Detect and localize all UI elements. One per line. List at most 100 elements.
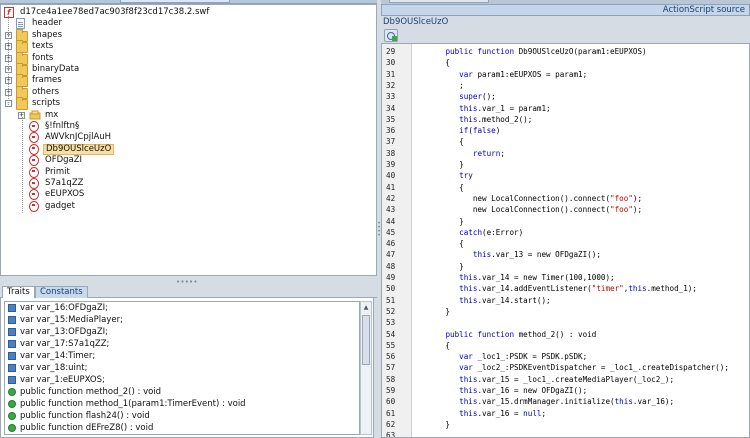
tree-item-texts[interactable]: + texts	[1, 40, 371, 54]
code-line[interactable]: 47 this.var_13 = new OFDgaZI();	[382, 249, 749, 260]
code-line[interactable]: 32 ;	[382, 80, 749, 91]
tree-class-item[interactable]: eEUPXOS	[1, 189, 371, 201]
line-number: 59	[386, 386, 396, 395]
tree-class-item[interactable]: gadget	[1, 200, 371, 212]
trait-var-item[interactable]: var var_13:OFDgaZI;	[5, 326, 359, 338]
code-line[interactable]: 58 this.var_15 = _loc1_.createMediaPlaye…	[382, 374, 749, 385]
code-line[interactable]: 34 this.var_1 = param1;	[382, 103, 749, 114]
tree-guide-line	[22, 116, 23, 214]
tree-item-label: Db9OUSlceUzO	[43, 143, 115, 155]
code-line[interactable]: 33 super();	[382, 91, 749, 102]
tree-package-mx[interactable]: + mx	[1, 110, 371, 121]
code-line[interactable]: 46 {	[382, 238, 749, 249]
code-line[interactable]: 29 public function Db9OUSlceUzO(param1:e…	[382, 46, 749, 57]
code-line[interactable]: 45 catch(e:Error)	[382, 227, 749, 238]
code-text: this.var_15 = _loc1_.createMediaPlayer(_…	[459, 374, 675, 384]
tab-stub[interactable]	[120, 0, 230, 3]
trait-var-item[interactable]: var var_1:eEUPXOS;	[5, 374, 359, 386]
tree-item-label: d17ce4a1ee78ed7ac903f8f23cd17c38.2.swf	[20, 7, 210, 17]
code-line[interactable]: 44 }	[382, 216, 749, 227]
tab-constants[interactable]: Constants	[35, 286, 88, 298]
code-line[interactable]: 30 {	[382, 57, 749, 68]
method-icon	[8, 424, 16, 432]
code-line[interactable]: 53	[382, 317, 749, 328]
code-text: new LocalConnection().connect("foo");	[418, 193, 643, 203]
right-pane: ActionScript source Db9OUSlceUzO 29 publ…	[381, 0, 750, 438]
code-line[interactable]: 35 this.method_2();	[382, 114, 749, 125]
class-icon	[29, 132, 39, 144]
code-line[interactable]: 42 new LocalConnection().connect("foo");	[382, 193, 749, 204]
line-number: 43	[386, 205, 396, 215]
tree-item-scripts[interactable]: - scripts	[1, 97, 371, 111]
code-text: new LocalConnection().connect("foo");	[418, 205, 643, 215]
traits-panel: var var_16:OFDgaZI; var var_15:MediaPlaye…	[0, 298, 374, 438]
tree-item-label: fonts	[32, 52, 54, 63]
scroll-up-icon[interactable]: ▲	[362, 303, 370, 312]
code-text: public function Db9OUSlceUzO(param1:eEUP…	[445, 47, 647, 56]
code-line[interactable]: 59 this.var_16 = new OFDgaZI();	[382, 385, 749, 396]
line-number: 60	[386, 397, 396, 407]
tree-class-item[interactable]: OFDgaZI	[1, 155, 371, 167]
tree-item-header[interactable]: header	[1, 18, 371, 30]
tree-class-item[interactable]: Db9OUSlceUzO	[1, 143, 371, 155]
traits-scrollbar[interactable]: ▲	[360, 301, 372, 435]
code-line[interactable]: 57 var _loc2_:PSDKEventDispatcher = _loc…	[382, 362, 749, 373]
scrollbar-thumb[interactable]	[362, 315, 370, 365]
trait-var-item[interactable]: var var_15:MediaPlayer;	[5, 314, 359, 326]
code-text: }	[418, 160, 464, 169]
tree-item-shapes[interactable]: + shapes	[1, 28, 371, 42]
tree-item-frames[interactable]: + frames	[1, 74, 371, 88]
tab-stub[interactable]	[389, 0, 489, 3]
line-number: 33	[386, 92, 396, 102]
code-text: return;	[472, 148, 505, 158]
code-line[interactable]: 50 this.var_14.addEventListener("timer",…	[382, 283, 749, 294]
tree-class-item[interactable]: Primit	[1, 166, 371, 178]
code-line[interactable]: 37 {	[382, 136, 749, 147]
code-line[interactable]: 63	[382, 430, 749, 438]
trait-var-item[interactable]: var var_16:OFDgaZI;	[5, 302, 359, 314]
code-line[interactable]: 56 var _loc1_:PSDK = PSDK.pSDK;	[382, 351, 749, 362]
code-line[interactable]: 41 {	[382, 182, 749, 193]
code-line[interactable]: 61 this.var_16 = null;	[382, 408, 749, 419]
code-line[interactable]: 36 if(false)	[382, 125, 749, 136]
code-line[interactable]: 43 new LocalConnection().connect("foo");	[382, 204, 749, 215]
code-line[interactable]: 60 this.var_15.drmManager.initialize(thi…	[382, 396, 749, 407]
code-line[interactable]: 49 this.var_14 = new Timer(100,1000);	[382, 272, 749, 283]
trait-var-item[interactable]: var var_14:Timer;	[5, 350, 359, 362]
line-number: 29	[386, 47, 396, 56]
trait-var-item[interactable]: var var_18:uint;	[5, 362, 359, 374]
horizontal-splitter[interactable]: • • • • •	[0, 276, 377, 286]
code-text: this.method_2();	[459, 114, 533, 124]
code-line[interactable]: 31 var param1:eEUPXOS = param1;	[382, 69, 749, 80]
code-line[interactable]: 52 }	[382, 306, 749, 317]
code-line[interactable]: 55 {	[382, 340, 749, 351]
code-line[interactable]: 62 }	[382, 419, 749, 430]
code-text: var _loc1_:PSDK = PSDK.pSDK;	[459, 352, 588, 362]
line-number: 63	[386, 431, 396, 438]
tree-class-item[interactable]: §!fnlftn§	[1, 121, 371, 132]
code-text: ;	[418, 80, 464, 90]
trait-function-item[interactable]: public function dEFreZ8() : void	[5, 422, 359, 434]
tree-item-binarydata[interactable]: + binaryData	[1, 63, 371, 76]
code-line[interactable]: 48 }	[382, 261, 749, 272]
code-line[interactable]: 39 }	[382, 159, 749, 170]
trait-function-item[interactable]: public function flash24() : void	[5, 410, 359, 422]
trait-var-item[interactable]: var var_17:S7a1qZZ;	[5, 338, 359, 350]
code-line[interactable]: 40 try	[382, 170, 749, 181]
code-line[interactable]: 38 return;	[382, 148, 749, 159]
code-text: this.var_16 = new OFDgaZI();	[459, 386, 588, 395]
code-line[interactable]: 51 this.var_14.start();	[382, 295, 749, 306]
trait-function-item[interactable]: public function method_2() : void	[5, 386, 359, 398]
tree-root-swf[interactable]: d17ce4a1ee78ed7ac903f8f23cd17c38.2.swf	[1, 7, 371, 18]
trait-text: var var_14:Timer;	[20, 351, 96, 361]
trait-text: var var_15:MediaPlayer;	[20, 315, 123, 325]
code-line[interactable]: 54 public function method_2() : void	[382, 329, 749, 340]
tree-class-item[interactable]: AWVknJCpjlAuH	[1, 132, 371, 144]
tree-class-item[interactable]: S7a1qZZ	[1, 178, 371, 189]
tree-item-others[interactable]: + others	[1, 85, 371, 99]
search-tool-button[interactable]	[384, 29, 398, 42]
class-icon	[29, 200, 39, 212]
tree-item-fonts[interactable]: + fonts	[1, 51, 371, 65]
trait-function-item[interactable]: public function method_1(param1:TimerEve…	[5, 398, 359, 410]
code-editor[interactable]: 29 public function Db9OUSlceUzO(param1:e…	[381, 43, 750, 438]
